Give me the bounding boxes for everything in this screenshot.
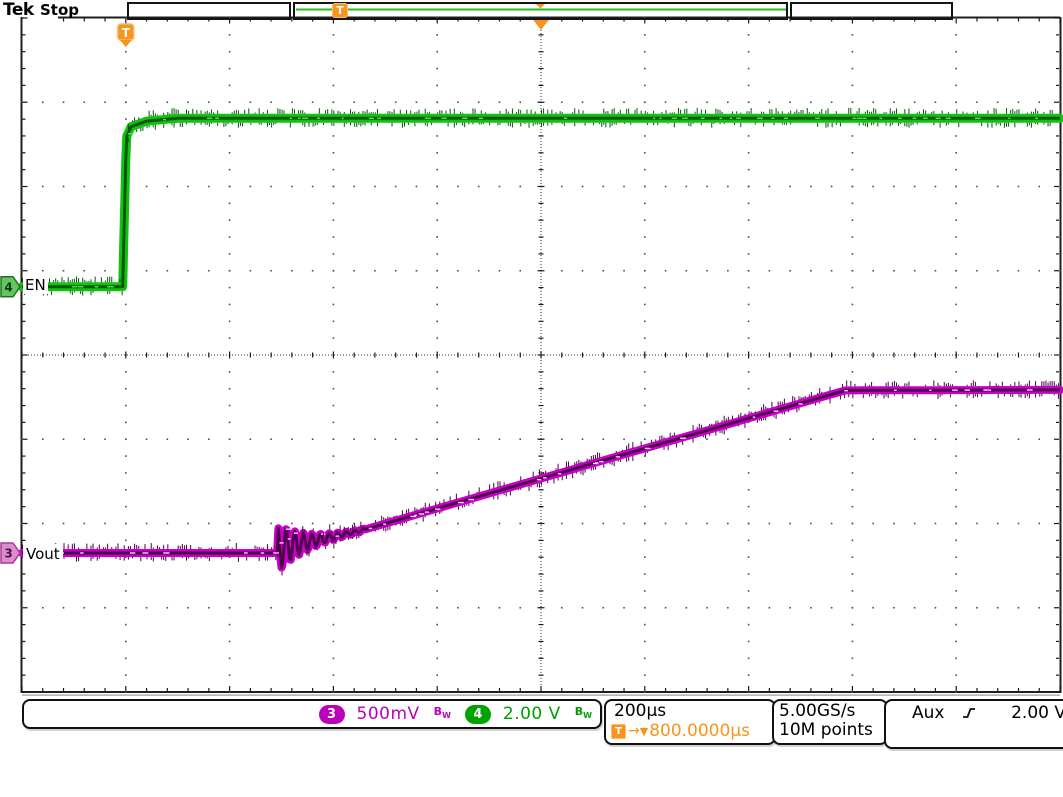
scope-display-canvas: T 4 3 — [0, 0, 1063, 797]
trace-label-vout: Vout — [23, 544, 63, 564]
delay-position-marker-icon: ▼ — [640, 722, 648, 741]
timebase-readout: 200μs — [614, 702, 769, 721]
ch4-bandwidth-limit-icon: BW — [575, 706, 592, 721]
delay-value: 800.0000μs — [649, 722, 750, 741]
trigger-level-readout: 2.00 V — [1011, 703, 1063, 723]
acquisition-info-box[interactable]: 5.00GS/s 10M points — [772, 699, 888, 745]
ch4-badge[interactable]: 4 — [465, 705, 491, 724]
ch4-scale-readout: 2.00 V — [503, 704, 561, 724]
oscilloscope-screen: T 4 3 Tek Stop T EN Vout 3 500mV BW 4 2.00… — [0, 0, 1063, 797]
svg-text:T: T — [122, 26, 131, 40]
delay-trigger-badge: T — [611, 724, 626, 739]
svg-text:3: 3 — [4, 546, 12, 560]
top-bar-box-right — [790, 2, 953, 20]
svg-text:4: 4 — [4, 280, 12, 294]
delay-arrow-icon: → — [628, 722, 640, 741]
ch3-bandwidth-limit-icon: BW — [434, 706, 451, 721]
horizontal-scale-box[interactable]: 200μs T → ▼ 800.0000μs — [604, 699, 776, 745]
ch4-ground-marker: 4 — [1, 277, 20, 297]
trigger-time-flag: T — [118, 24, 134, 47]
trigger-delay-readout: T → ▼ 800.0000μs — [611, 722, 769, 741]
tek-logo: Tek — [3, 0, 34, 20]
ch3-badge[interactable]: 3 — [319, 705, 345, 724]
top-bar-box-left — [127, 2, 291, 20]
waveform-preview-box[interactable]: T — [293, 2, 788, 20]
channel-readout-box[interactable]: 3 500mV BW 4 2.00 V BW — [22, 699, 602, 729]
acquisition-status: Stop — [40, 1, 79, 19]
preview-trigger-badge: T — [332, 3, 348, 18]
rising-edge-trigger-icon — [962, 705, 977, 721]
ch3-ground-marker: 3 — [1, 543, 20, 563]
trigger-source-readout: Aux — [912, 703, 944, 723]
trace-label-en: EN — [23, 276, 48, 294]
ch3-scale-readout: 500mV — [357, 704, 420, 724]
delay-position-triangle — [533, 19, 550, 30]
record-length-readout: 10M points — [779, 721, 881, 740]
sample-rate-readout: 5.00GS/s — [779, 702, 881, 721]
trigger-info-box[interactable]: Aux 2.00 V — [884, 699, 1063, 749]
